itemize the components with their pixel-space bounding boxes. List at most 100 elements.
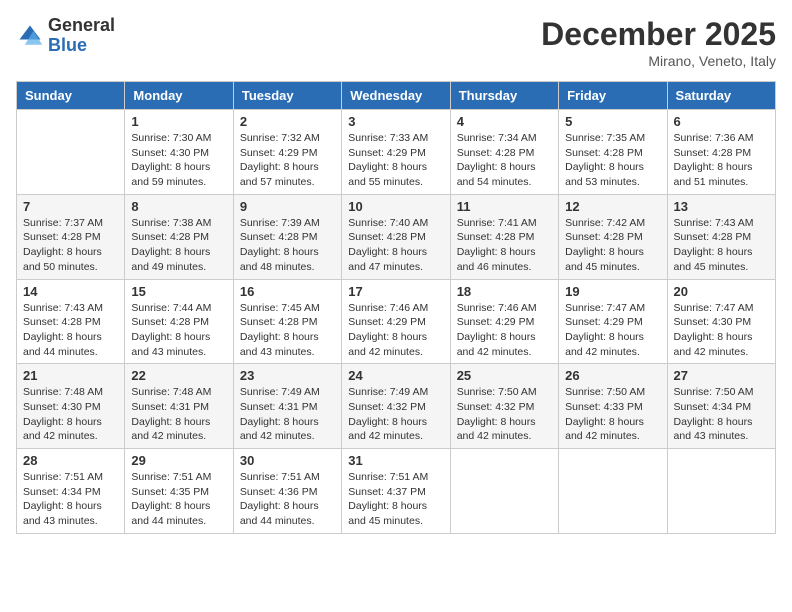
calendar-cell: 19 Sunrise: 7:47 AMSunset: 4:29 PMDayligh…	[559, 279, 667, 364]
day-number: 1	[131, 114, 226, 129]
day-number: 19	[565, 284, 660, 299]
weekday-header-thursday: Thursday	[450, 82, 558, 110]
logo-general: General	[48, 16, 115, 36]
calendar-cell: 16 Sunrise: 7:45 AMSunset: 4:28 PMDayligh…	[233, 279, 341, 364]
day-number: 23	[240, 368, 335, 383]
calendar-cell: 31 Sunrise: 7:51 AMSunset: 4:37 PMDayligh…	[342, 449, 450, 534]
day-info: Sunrise: 7:51 AMSunset: 4:36 PMDaylight:…	[240, 470, 335, 529]
day-number: 7	[23, 199, 118, 214]
calendar-cell: 28Sunrise: 7:51 AMSunset: 4:34 PMDayligh…	[17, 449, 125, 534]
calendar-cell: 10 Sunrise: 7:40 AMSunset: 4:28 PMDayligh…	[342, 194, 450, 279]
day-number: 5	[565, 114, 660, 129]
day-number: 27	[674, 368, 769, 383]
day-number: 16	[240, 284, 335, 299]
calendar-cell: 1 Sunrise: 7:30 AMSunset: 4:30 PMDaylight…	[125, 110, 233, 195]
day-info: Sunrise: 7:39 AMSunset: 4:28 PMDaylight:…	[240, 216, 335, 275]
day-info: Sunrise: 7:50 AMSunset: 4:34 PMDaylight:…	[674, 385, 769, 444]
day-info: Sunrise: 7:41 AMSunset: 4:28 PMDaylight:…	[457, 216, 552, 275]
calendar-cell: 23 Sunrise: 7:49 AMSunset: 4:31 PMDayligh…	[233, 364, 341, 449]
calendar-cell	[667, 449, 775, 534]
calendar-cell: 17Sunrise: 7:46 AMSunset: 4:29 PMDayligh…	[342, 279, 450, 364]
calendar-cell	[17, 110, 125, 195]
day-info: Sunrise: 7:48 AMSunset: 4:30 PMDaylight:…	[23, 385, 118, 444]
day-info: Sunrise: 7:36 AMSunset: 4:28 PMDaylight:…	[674, 131, 769, 190]
calendar-cell: 2Sunrise: 7:32 AMSunset: 4:29 PMDaylight…	[233, 110, 341, 195]
day-number: 13	[674, 199, 769, 214]
weekday-header-friday: Friday	[559, 82, 667, 110]
calendar-cell: 7 Sunrise: 7:37 AMSunset: 4:28 PMDaylight…	[17, 194, 125, 279]
calendar-cell: 12 Sunrise: 7:42 AMSunset: 4:28 PMDayligh…	[559, 194, 667, 279]
calendar-cell: 9 Sunrise: 7:39 AMSunset: 4:28 PMDaylight…	[233, 194, 341, 279]
logo-icon	[16, 22, 44, 50]
day-number: 18	[457, 284, 552, 299]
location: Mirano, Veneto, Italy	[541, 53, 776, 69]
day-info: Sunrise: 7:49 AMSunset: 4:31 PMDaylight:…	[240, 385, 335, 444]
day-number: 11	[457, 199, 552, 214]
weekday-header-saturday: Saturday	[667, 82, 775, 110]
day-number: 10	[348, 199, 443, 214]
day-number: 4	[457, 114, 552, 129]
day-number: 25	[457, 368, 552, 383]
calendar-cell	[559, 449, 667, 534]
calendar-cell	[450, 449, 558, 534]
calendar-cell: 22Sunrise: 7:48 AMSunset: 4:31 PMDayligh…	[125, 364, 233, 449]
day-number: 28	[23, 453, 118, 468]
title-area: December 2025 Mirano, Veneto, Italy	[541, 16, 776, 69]
day-info: Sunrise: 7:35 AMSunset: 4:28 PMDaylight:…	[565, 131, 660, 190]
calendar-cell: 13 Sunrise: 7:43 AMSunset: 4:28 PMDayligh…	[667, 194, 775, 279]
day-info: Sunrise: 7:46 AMSunset: 4:29 PMDaylight:…	[457, 301, 552, 360]
logo-text: General Blue	[48, 16, 115, 56]
calendar-cell: 21Sunrise: 7:48 AMSunset: 4:30 PMDayligh…	[17, 364, 125, 449]
day-number: 24	[348, 368, 443, 383]
weekday-header-monday: Monday	[125, 82, 233, 110]
day-number: 14	[23, 284, 118, 299]
day-number: 6	[674, 114, 769, 129]
day-number: 8	[131, 199, 226, 214]
day-info: Sunrise: 7:38 AMSunset: 4:28 PMDaylight:…	[131, 216, 226, 275]
day-number: 15	[131, 284, 226, 299]
day-info: Sunrise: 7:30 AMSunset: 4:30 PMDaylight:…	[131, 131, 226, 190]
calendar-cell: 27 Sunrise: 7:50 AMSunset: 4:34 PMDayligh…	[667, 364, 775, 449]
day-info: Sunrise: 7:50 AMSunset: 4:33 PMDaylight:…	[565, 385, 660, 444]
day-info: Sunrise: 7:45 AMSunset: 4:28 PMDaylight:…	[240, 301, 335, 360]
calendar-cell: 18 Sunrise: 7:46 AMSunset: 4:29 PMDayligh…	[450, 279, 558, 364]
day-info: Sunrise: 7:46 AMSunset: 4:29 PMDaylight:…	[348, 301, 443, 360]
day-number: 9	[240, 199, 335, 214]
day-info: Sunrise: 7:42 AMSunset: 4:28 PMDaylight:…	[565, 216, 660, 275]
day-info: Sunrise: 7:43 AMSunset: 4:28 PMDaylight:…	[674, 216, 769, 275]
day-info: Sunrise: 7:33 AMSunset: 4:29 PMDaylight:…	[348, 131, 443, 190]
day-number: 30	[240, 453, 335, 468]
day-info: Sunrise: 7:51 AMSunset: 4:37 PMDaylight:…	[348, 470, 443, 529]
calendar-cell: 8 Sunrise: 7:38 AMSunset: 4:28 PMDaylight…	[125, 194, 233, 279]
day-number: 29	[131, 453, 226, 468]
day-number: 31	[348, 453, 443, 468]
day-info: Sunrise: 7:49 AMSunset: 4:32 PMDaylight:…	[348, 385, 443, 444]
day-number: 20	[674, 284, 769, 299]
day-info: Sunrise: 7:50 AMSunset: 4:32 PMDaylight:…	[457, 385, 552, 444]
day-info: Sunrise: 7:40 AMSunset: 4:28 PMDaylight:…	[348, 216, 443, 275]
day-number: 22	[131, 368, 226, 383]
day-number: 2	[240, 114, 335, 129]
logo: General Blue	[16, 16, 115, 56]
day-info: Sunrise: 7:47 AMSunset: 4:29 PMDaylight:…	[565, 301, 660, 360]
calendar-cell: 24 Sunrise: 7:49 AMSunset: 4:32 PMDayligh…	[342, 364, 450, 449]
calendar-cell: 6 Sunrise: 7:36 AMSunset: 4:28 PMDaylight…	[667, 110, 775, 195]
calendar-cell: 14Sunrise: 7:43 AMSunset: 4:28 PMDayligh…	[17, 279, 125, 364]
calendar-cell: 3 Sunrise: 7:33 AMSunset: 4:29 PMDaylight…	[342, 110, 450, 195]
page-header: General Blue December 2025 Mirano, Venet…	[16, 16, 776, 69]
day-info: Sunrise: 7:34 AMSunset: 4:28 PMDaylight:…	[457, 131, 552, 190]
month-title: December 2025	[541, 16, 776, 53]
day-number: 12	[565, 199, 660, 214]
day-number: 26	[565, 368, 660, 383]
day-info: Sunrise: 7:37 AMSunset: 4:28 PMDaylight:…	[23, 216, 118, 275]
calendar: SundayMondayTuesdayWednesdayThursdayFrid…	[16, 81, 776, 534]
calendar-cell: 20Sunrise: 7:47 AMSunset: 4:30 PMDayligh…	[667, 279, 775, 364]
day-info: Sunrise: 7:44 AMSunset: 4:28 PMDaylight:…	[131, 301, 226, 360]
day-number: 3	[348, 114, 443, 129]
day-info: Sunrise: 7:51 AMSunset: 4:35 PMDaylight:…	[131, 470, 226, 529]
weekday-header-tuesday: Tuesday	[233, 82, 341, 110]
calendar-cell: 29 Sunrise: 7:51 AMSunset: 4:35 PMDayligh…	[125, 449, 233, 534]
calendar-cell: 30 Sunrise: 7:51 AMSunset: 4:36 PMDayligh…	[233, 449, 341, 534]
calendar-cell: 26 Sunrise: 7:50 AMSunset: 4:33 PMDayligh…	[559, 364, 667, 449]
logo-blue: Blue	[48, 36, 115, 56]
